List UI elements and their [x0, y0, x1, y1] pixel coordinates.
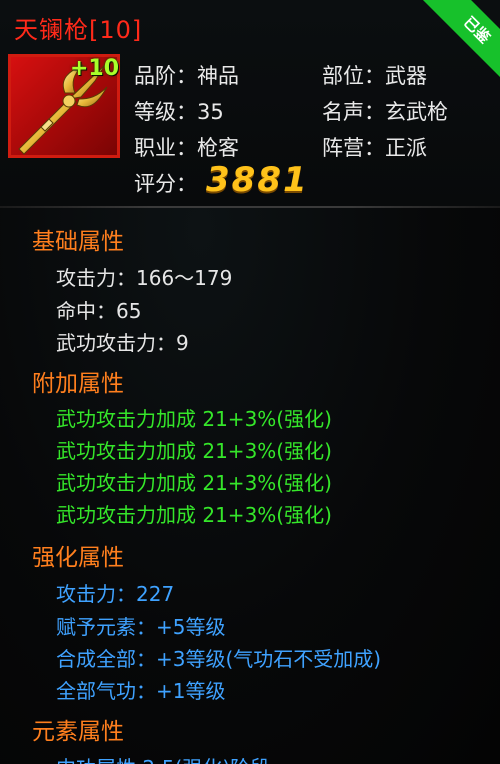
fame-stat: 名声：玄武枪 [322, 100, 448, 124]
extra-attr-line: 武功攻击力加成 21+3%(强化) [56, 503, 332, 527]
item-tooltip-panel: 天镧枪[10] 已鉴 +10 品阶：神品 部位：武器 等级：35 名声：玄武枪 … [0, 0, 500, 764]
extra-attrs-heading: 附加属性 [32, 371, 124, 397]
score-value: 3881 [206, 160, 309, 200]
base-attr-line: 命中：65 [56, 299, 142, 323]
score-label: 评分： [134, 172, 197, 196]
slot-stat: 部位：武器 [322, 64, 427, 88]
enhance-attr-line: 全部气功：+1等级 [56, 679, 226, 703]
enhance-attr-line: 赋予元素：+5等级 [56, 615, 226, 639]
item-header: 天镧枪[10] 已鉴 +10 品阶：神品 部位：武器 等级：35 名声：玄武枪 … [0, 0, 500, 206]
extra-attr-line: 武功攻击力加成 21+3%(强化) [56, 439, 332, 463]
enhance-attrs-heading: 强化属性 [32, 545, 124, 571]
header-divider [0, 206, 500, 208]
base-attr-line: 武功攻击力：9 [56, 331, 189, 355]
element-attrs-heading: 元素属性 [32, 719, 124, 745]
enhance-level-badge: +10 [70, 56, 120, 81]
faction-stat: 阵营：正派 [322, 136, 427, 160]
level-stat: 等级：35 [134, 100, 224, 124]
profession-stat: 职业：枪客 [134, 136, 239, 160]
base-attrs-heading: 基础属性 [32, 229, 124, 255]
extra-attr-line: 武功攻击力加成 21+3%(强化) [56, 471, 332, 495]
enhance-attr-line: 合成全部：+3等级(气功石不受加成) [56, 647, 382, 671]
element-attr-line: 内功属性 2:5(强化)阶段 [56, 752, 270, 764]
extra-attr-line: 武功攻击力加成 21+3%(强化) [56, 407, 332, 431]
base-attr-line: 攻击力：166～179 [56, 266, 233, 290]
item-title: 天镧枪[10] [14, 16, 143, 44]
grade-stat: 品阶：神品 [134, 64, 239, 88]
enhance-attr-line: 攻击力：227 [56, 582, 175, 606]
identified-corner-tag: 已鉴 [417, 0, 500, 80]
